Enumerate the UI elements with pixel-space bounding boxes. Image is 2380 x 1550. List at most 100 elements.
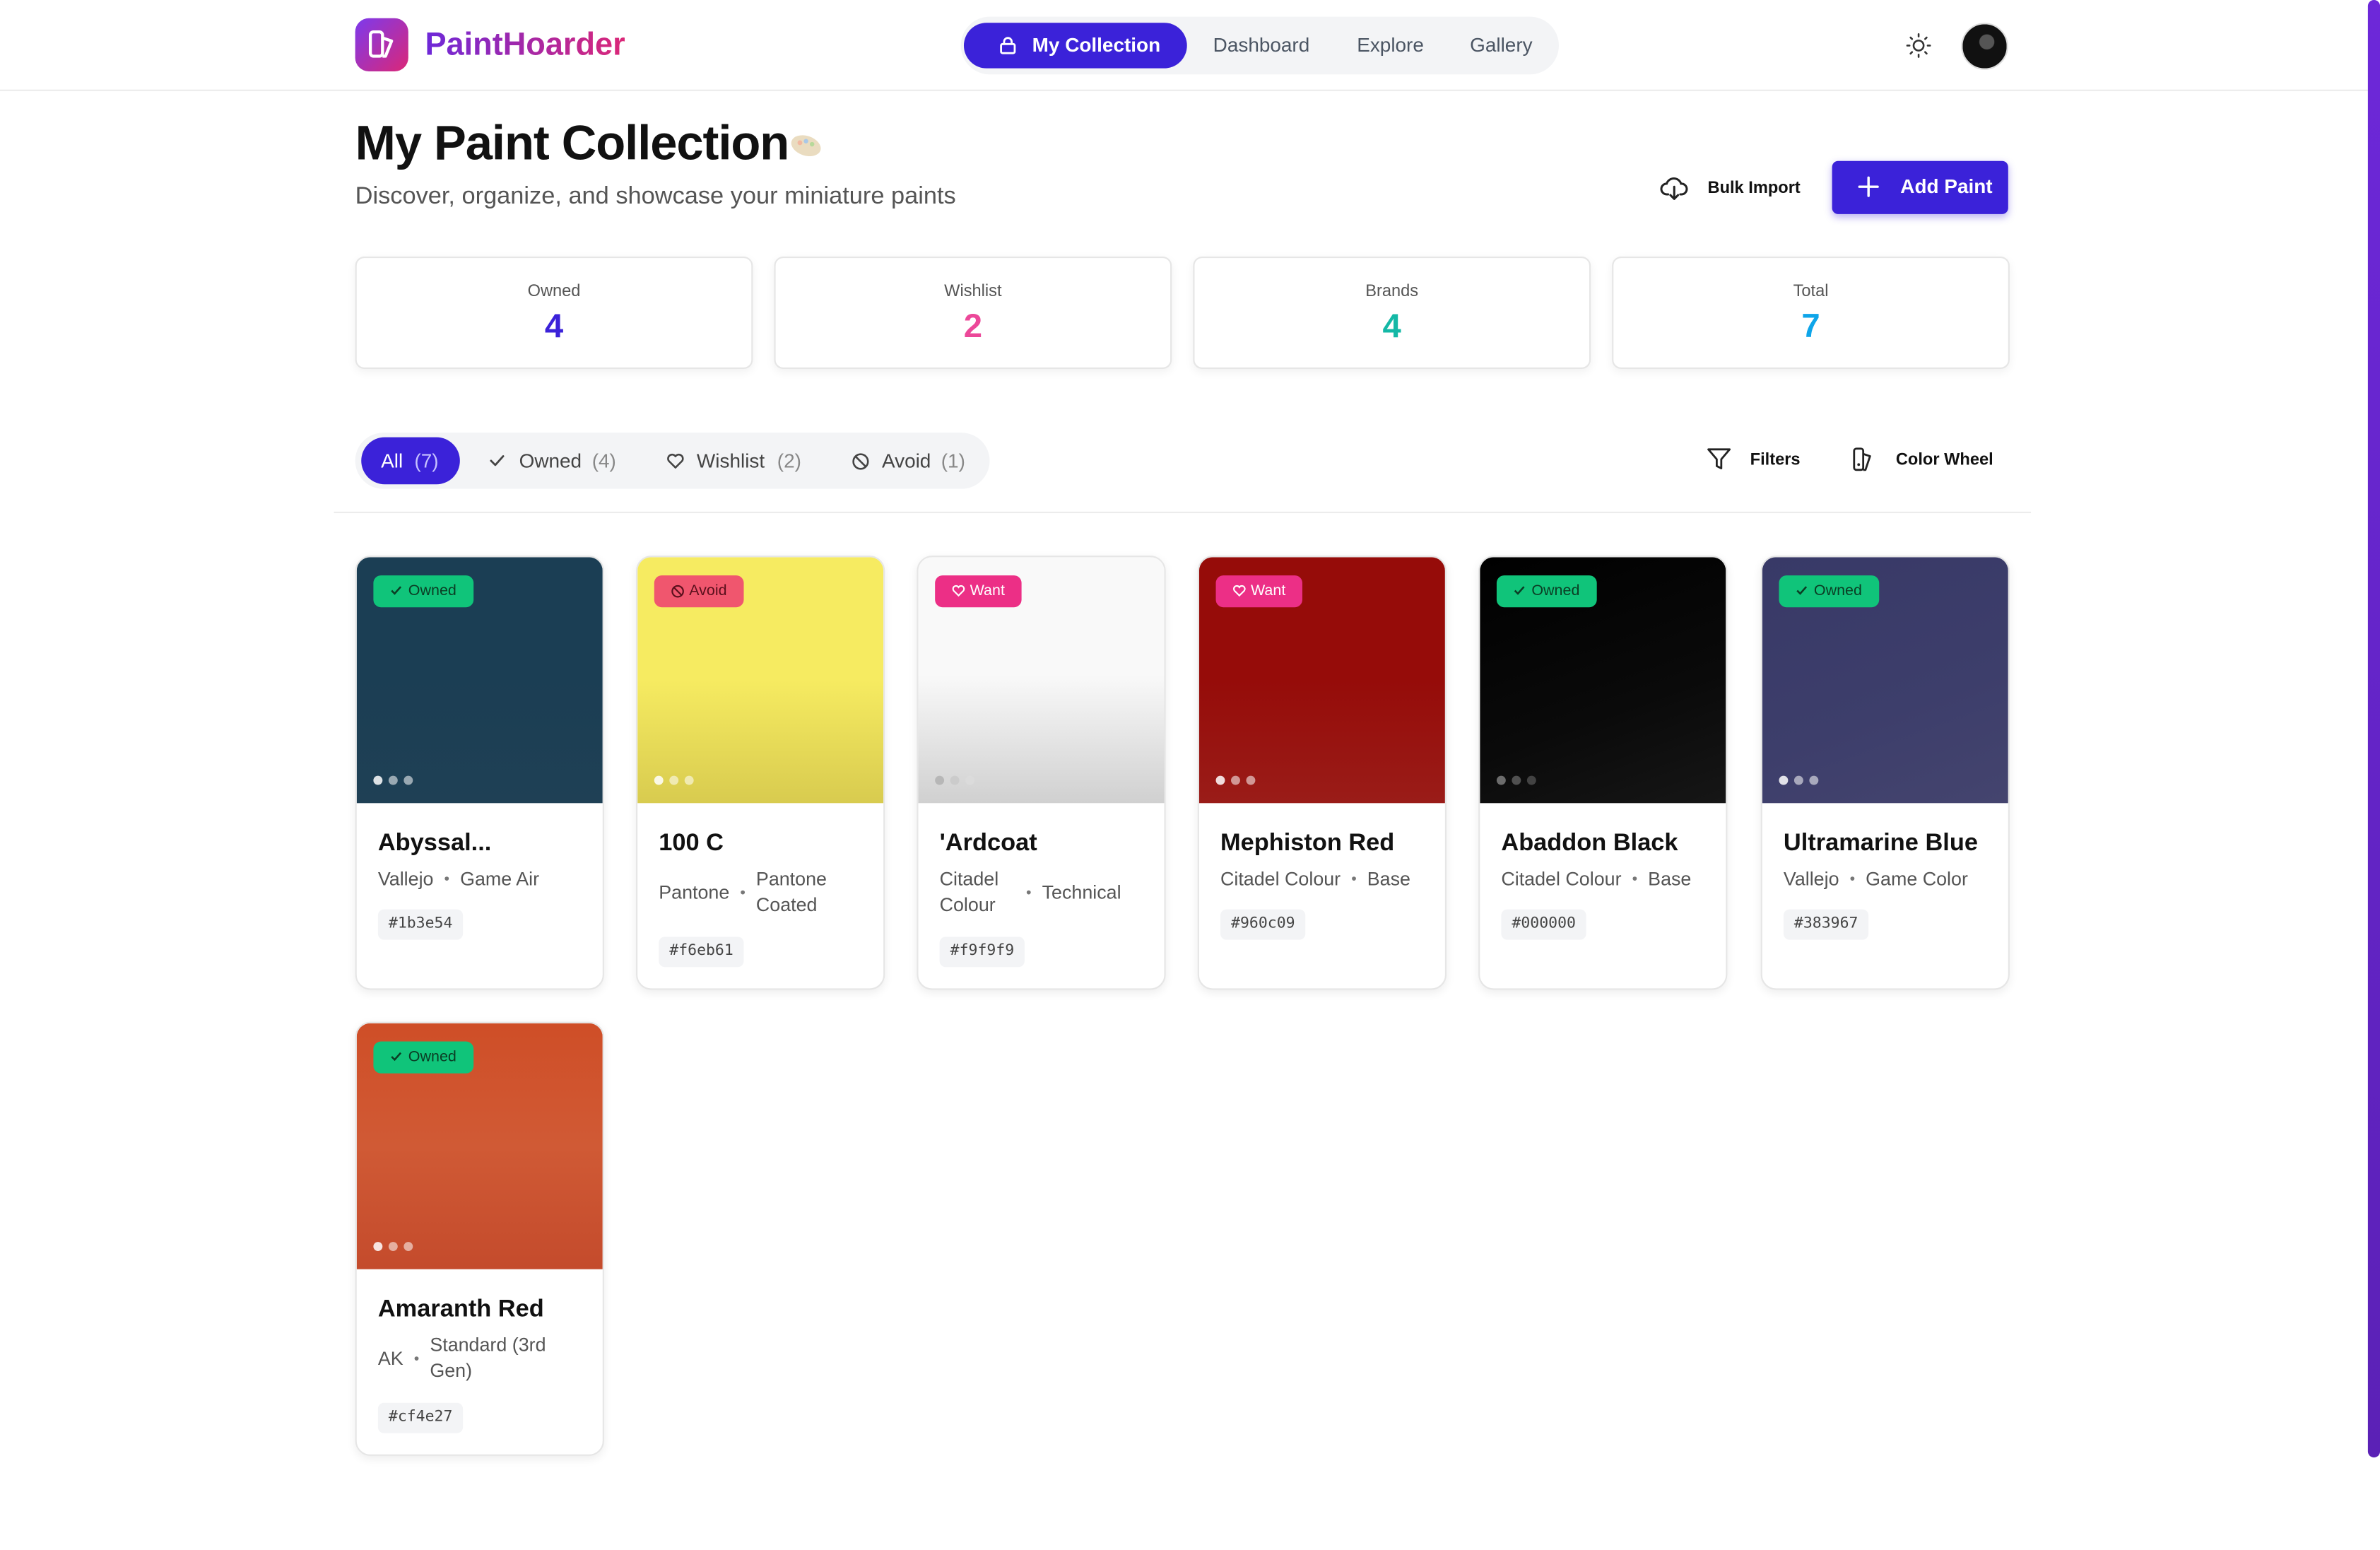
top-header: PaintHoarder My Collection Dashboard Exp… xyxy=(0,0,2368,91)
paint-line: Base xyxy=(1367,869,1410,891)
paint-line: Standard (3rd Gen) xyxy=(430,1334,546,1382)
paint-name: 100 C xyxy=(659,830,724,857)
hex-code: #1b3e54 xyxy=(377,909,464,940)
stat-value: 4 xyxy=(544,306,564,345)
filter-funnel-icon xyxy=(1707,448,1731,470)
image-pagination-dots[interactable] xyxy=(654,775,700,788)
meta-separator: • xyxy=(444,871,450,889)
check-icon xyxy=(391,586,402,595)
stat-label: Owned xyxy=(527,282,581,301)
image-pagination-dots[interactable] xyxy=(1496,775,1542,788)
nav-dashboard[interactable]: Dashboard xyxy=(1191,23,1331,68)
paint-brand: Vallejo xyxy=(1783,869,1839,891)
tab-owned[interactable]: Owned (4) xyxy=(471,438,637,485)
tab-label: Wishlist xyxy=(696,449,765,473)
tab-count: (2) xyxy=(777,449,801,473)
status-badge: Owned xyxy=(1779,575,1879,608)
stat-card-owned: Owned 4 xyxy=(355,257,753,369)
user-avatar[interactable] xyxy=(1961,23,2008,70)
paint-line: Game Color xyxy=(1866,869,1968,891)
status-filter-tabs: All (7) Owned (4) Wishlist (2) Avoid (1) xyxy=(355,433,990,489)
status-text: Want xyxy=(1250,582,1286,600)
ban-icon xyxy=(671,585,684,598)
paint-brand: Pantone xyxy=(659,881,730,903)
check-icon xyxy=(490,455,505,466)
status-badge: Avoid xyxy=(654,575,744,608)
paint-line: Technical xyxy=(1042,881,1121,903)
logo-icon[interactable] xyxy=(355,18,408,71)
hex-code: #383967 xyxy=(1783,909,1869,940)
lock-icon xyxy=(1000,37,1016,54)
paint-name: Abaddon Black xyxy=(1501,830,1678,857)
paint-brand: Vallejo xyxy=(377,869,434,891)
page-scrollbar[interactable] xyxy=(2367,0,2380,1458)
stat-label: Wishlist xyxy=(944,282,1002,301)
status-badge: Want xyxy=(1215,575,1302,608)
paint-meta: Citadel Colour • Technical xyxy=(940,867,1121,919)
color-wheel-label: Color Wheel xyxy=(1895,450,1993,469)
heart-icon xyxy=(1233,585,1246,597)
paint-card[interactable]: Owned Ultramarine Blue Vallejo • Game Colo… xyxy=(1760,556,2010,990)
stat-label: Total xyxy=(1793,282,1829,301)
section-divider xyxy=(334,511,2032,514)
tab-avoid[interactable]: Avoid (1) xyxy=(832,438,977,485)
tab-wishlist[interactable]: Wishlist (2) xyxy=(647,438,817,485)
check-icon xyxy=(391,1052,402,1062)
paint-line: Base xyxy=(1648,869,1692,891)
image-pagination-dots[interactable] xyxy=(935,775,980,788)
status-text: Owned xyxy=(408,582,456,600)
hex-code: #f6eb61 xyxy=(659,937,744,968)
meta-separator: • xyxy=(413,1350,420,1368)
image-pagination-dots[interactable] xyxy=(1779,775,1824,788)
meta-separator: • xyxy=(1026,884,1032,901)
tab-label: Owned xyxy=(519,449,582,473)
add-paint-button[interactable]: Add Paint xyxy=(1832,160,2008,214)
hex-code: #960c09 xyxy=(1220,909,1306,940)
tab-count: (4) xyxy=(591,449,616,473)
tab-all[interactable]: All (7) xyxy=(361,437,460,485)
bulk-import-label: Bulk Import xyxy=(1707,179,1801,198)
swatch-book-icon xyxy=(1853,447,1871,471)
hex-code: #cf4e27 xyxy=(377,1402,464,1433)
stat-card-total: Total 7 xyxy=(1612,257,2010,369)
stat-value: 7 xyxy=(1801,306,1820,345)
plus-icon xyxy=(1858,176,1879,197)
status-text: Want xyxy=(970,582,1005,600)
paint-card[interactable]: Want Mephiston Red Citadel Colour • Base #… xyxy=(1197,556,1447,990)
stat-card-wishlist: Wishlist 2 xyxy=(774,257,1172,369)
main-nav: My Collection Dashboard Explore Gallery xyxy=(960,16,1559,75)
heart-icon xyxy=(667,453,684,469)
status-text: Avoid xyxy=(689,582,727,600)
paint-meta: Citadel Colour • Base xyxy=(1220,867,1410,893)
paint-line: Game Air xyxy=(460,869,540,891)
paint-card[interactable]: Owned Abaddon Black Citadel Colour • Base … xyxy=(1478,556,1728,990)
nav-explore[interactable]: Explore xyxy=(1337,23,1443,68)
image-pagination-dots[interactable] xyxy=(373,775,418,788)
app-name[interactable]: PaintHoarder xyxy=(425,24,625,66)
status-badge: Owned xyxy=(1496,575,1597,608)
paint-brand: Citadel Colour xyxy=(1501,869,1622,891)
cloud-download-icon xyxy=(1660,177,1688,200)
image-pagination-dots[interactable] xyxy=(1215,775,1261,788)
meta-separator: • xyxy=(1632,871,1638,889)
page-title: My Paint Collection xyxy=(355,115,790,170)
paint-card[interactable]: Want 'Ardcoat Citadel Colour • Technical #… xyxy=(917,556,1166,990)
paint-card[interactable]: Avoid 100 C Pantone • Pantone Coated #f6eb… xyxy=(636,556,885,990)
status-badge: Owned xyxy=(373,575,473,608)
paint-meta: Citadel Colour • Base xyxy=(1501,867,1691,893)
nav-my-collection[interactable]: My Collection xyxy=(963,23,1187,69)
paint-card[interactable]: Owned Abyssal... Vallejo • Game Air #1b3e5… xyxy=(355,556,604,990)
nav-gallery[interactable]: Gallery xyxy=(1449,23,1553,68)
meta-separator: • xyxy=(740,884,746,901)
nav-label: My Collection xyxy=(1032,33,1161,57)
status-text: Owned xyxy=(1531,582,1580,600)
stat-value: 2 xyxy=(963,306,983,345)
paint-meta: Vallejo • Game Color xyxy=(1784,867,1968,893)
theme-toggle-sun-icon[interactable] xyxy=(1905,32,1933,59)
status-badge: Want xyxy=(935,575,1022,608)
stat-card-brands: Brands 4 xyxy=(1193,257,1591,369)
paint-card[interactable]: Owned Amaranth Red AK • Standard (3rd Gen)… xyxy=(355,1021,604,1456)
image-pagination-dots[interactable] xyxy=(373,1242,418,1254)
stat-value: 4 xyxy=(1382,306,1401,345)
paint-brand: AK xyxy=(377,1347,403,1369)
